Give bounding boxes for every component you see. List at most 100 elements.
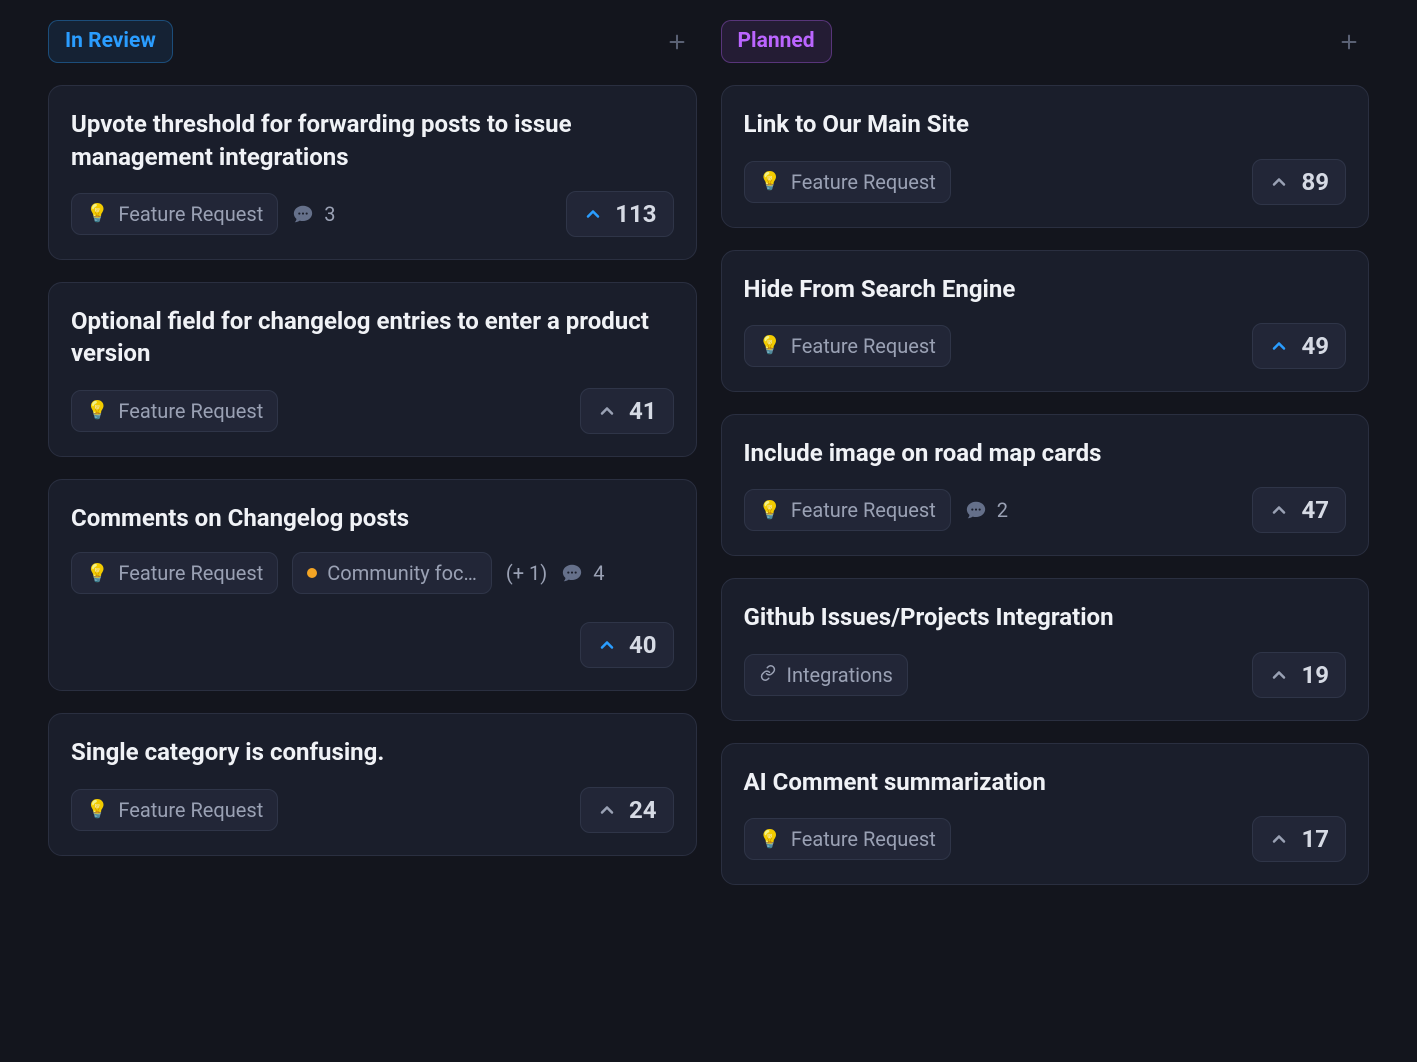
tag-label: Feature Request [118, 561, 263, 585]
upvote-button[interactable]: 49 [1252, 323, 1346, 369]
add-card-button[interactable] [1335, 28, 1363, 56]
lightbulb-icon: 💡 [759, 335, 781, 356]
category-tag[interactable]: Community foc… [292, 552, 492, 594]
column-header: In Review [48, 20, 697, 63]
vote-count: 49 [1301, 332, 1329, 360]
card[interactable]: Upvote threshold for forwarding posts to… [48, 85, 697, 260]
card-title: Hide From Search Engine [744, 273, 1347, 305]
card-title: Single category is confusing. [71, 736, 674, 768]
category-tag[interactable]: 💡 Feature Request [71, 193, 278, 235]
card-meta: Integrations 19 [744, 652, 1347, 698]
card-title: Include image on road map cards [744, 437, 1347, 469]
card[interactable]: Optional field for changelog entries to … [48, 282, 697, 457]
comments-indicator[interactable]: 4 [561, 561, 604, 585]
column-in-review: In Review Upvote threshold for forwardin… [48, 20, 697, 885]
card-meta: 💡 Feature Request 3 113 [71, 191, 674, 237]
vote-count: 17 [1301, 825, 1329, 853]
card-title: Upvote threshold for forwarding posts to… [71, 108, 674, 173]
card[interactable]: AI Comment summarization 💡 Feature Reque… [721, 743, 1370, 885]
lightbulb-icon: 💡 [86, 563, 108, 584]
comment-icon [292, 203, 314, 225]
upvote-button[interactable]: 113 [566, 191, 673, 237]
card-title: Link to Our Main Site [744, 108, 1347, 140]
upvote-button[interactable]: 24 [580, 787, 674, 833]
upvote-button[interactable]: 40 [580, 622, 674, 668]
lightbulb-icon: 💡 [759, 829, 781, 850]
card-meta: 💡 Feature Request 24 [71, 787, 674, 833]
chevron-up-icon [597, 800, 617, 820]
tags-wrap: 💡 Feature Request Community foc… (+ 1) [71, 552, 547, 594]
tag-label: Feature Request [791, 827, 936, 851]
lightbulb-icon: 💡 [86, 203, 108, 224]
card-meta: 💡 Feature Request 2 47 [744, 487, 1347, 533]
category-tag[interactable]: 💡 Feature Request [71, 552, 278, 594]
vote-count: 24 [629, 796, 657, 824]
card-meta: 💡 Feature Request 41 [71, 388, 674, 434]
upvote-button[interactable]: 17 [1252, 816, 1346, 862]
upvote-button[interactable]: 47 [1252, 487, 1346, 533]
add-card-button[interactable] [663, 28, 691, 56]
chevron-up-icon [1269, 336, 1289, 356]
comment-icon [965, 499, 987, 521]
lightbulb-icon: 💡 [86, 799, 108, 820]
tag-label: Feature Request [791, 498, 936, 522]
card-meta: 💡 Feature Request 49 [744, 323, 1347, 369]
vote-count: 89 [1301, 168, 1329, 196]
comments-count: 4 [593, 561, 604, 585]
roadmap-board: In Review Upvote threshold for forwardin… [0, 20, 1417, 885]
column-title: Planned [721, 20, 832, 63]
card[interactable]: Link to Our Main Site 💡 Feature Request … [721, 85, 1370, 227]
comments-count: 3 [324, 202, 335, 226]
card[interactable]: Include image on road map cards 💡 Featur… [721, 414, 1370, 556]
category-tag[interactable]: 💡 Feature Request [744, 489, 951, 531]
chevron-up-icon [1269, 665, 1289, 685]
tag-label: Feature Request [118, 399, 263, 423]
card-title: Optional field for changelog entries to … [71, 305, 674, 370]
chevron-up-icon [1269, 172, 1289, 192]
category-tag[interactable]: 💡 Feature Request [744, 161, 951, 203]
upvote-button[interactable]: 41 [580, 388, 674, 434]
comments-indicator[interactable]: 3 [292, 202, 335, 226]
plus-icon [666, 31, 688, 53]
tag-label: Feature Request [118, 798, 263, 822]
plus-icon [1338, 31, 1360, 53]
card[interactable]: Github Issues/Projects Integration Integ… [721, 578, 1370, 720]
comment-icon [561, 562, 583, 584]
card-meta: 💡 Feature Request Community foc… (+ 1) 4 [71, 552, 674, 668]
vote-count: 40 [629, 631, 657, 659]
tag-label: Feature Request [118, 202, 263, 226]
card-title: Comments on Changelog posts [71, 502, 674, 534]
column-cards: Link to Our Main Site 💡 Feature Request … [721, 85, 1370, 885]
card[interactable]: Hide From Search Engine 💡 Feature Reques… [721, 250, 1370, 392]
category-tag[interactable]: 💡 Feature Request [71, 789, 278, 831]
chevron-up-icon [1269, 829, 1289, 849]
upvote-button[interactable]: 89 [1252, 159, 1346, 205]
comments-count: 2 [997, 498, 1008, 522]
category-tag[interactable]: 💡 Feature Request [744, 325, 951, 367]
lightbulb-icon: 💡 [86, 400, 108, 421]
category-tag[interactable]: 💡 Feature Request [744, 818, 951, 860]
column-header: Planned [721, 20, 1370, 63]
vote-count: 19 [1301, 661, 1329, 689]
chevron-up-icon [1269, 500, 1289, 520]
card-meta: 💡 Feature Request 89 [744, 159, 1347, 205]
column-cards: Upvote threshold for forwarding posts to… [48, 85, 697, 855]
vote-count: 47 [1301, 496, 1329, 524]
category-tag[interactable]: 💡 Feature Request [71, 390, 278, 432]
lightbulb-icon: 💡 [759, 500, 781, 521]
card-meta: 💡 Feature Request 17 [744, 816, 1347, 862]
lightbulb-icon: 💡 [759, 171, 781, 192]
tag-label: Integrations [787, 663, 893, 687]
tag-label: Feature Request [791, 334, 936, 358]
vote-count: 113 [615, 200, 656, 228]
tag-label: Community foc… [327, 561, 477, 585]
card[interactable]: Single category is confusing. 💡 Feature … [48, 713, 697, 855]
card-title: AI Comment summarization [744, 766, 1347, 798]
category-tag[interactable]: Integrations [744, 654, 908, 696]
column-planned: Planned Link to Our Main Site 💡 Feature … [721, 20, 1370, 885]
extra-tags-count[interactable]: (+ 1) [506, 561, 547, 585]
comments-indicator[interactable]: 2 [965, 498, 1008, 522]
upvote-button[interactable]: 19 [1252, 652, 1346, 698]
card[interactable]: Comments on Changelog posts 💡 Feature Re… [48, 479, 697, 691]
column-title: In Review [48, 20, 173, 63]
